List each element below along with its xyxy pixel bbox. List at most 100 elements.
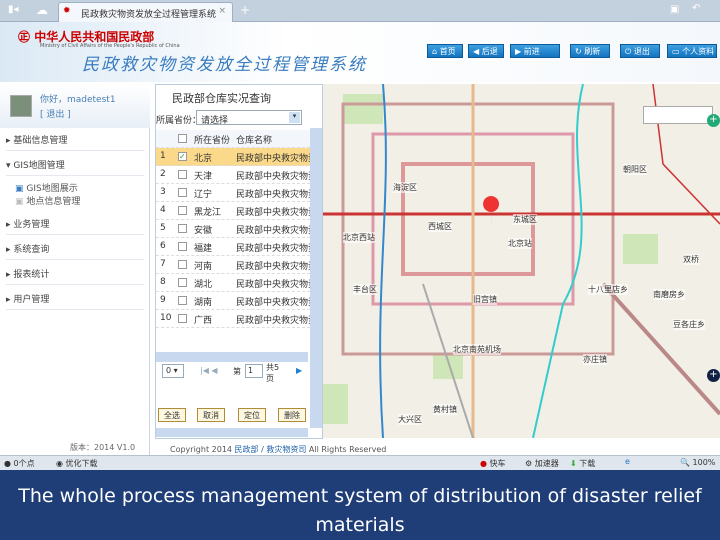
row-number: 6 [160, 241, 166, 251]
status-item-express[interactable]: ● 快车 [480, 458, 506, 469]
status-item-points[interactable]: ● 0个点 [4, 458, 35, 469]
province-select[interactable]: 请选择 ▾ [196, 110, 302, 126]
user-greeting: 你好，madetest1 [40, 95, 116, 105]
map-label: 黄村镇 [433, 404, 457, 415]
sidebar-subitem-0[interactable]: ▣ GIS地图展示 [15, 181, 78, 194]
header-button-refresh[interactable]: ↻ 刷新 [570, 44, 610, 58]
row-checkbox[interactable] [178, 278, 187, 287]
column-header-province[interactable]: 所在省份 [194, 133, 230, 146]
header-button-back[interactable]: ◀ 后退 [468, 44, 504, 58]
row-checkbox[interactable] [178, 260, 187, 269]
sidebar-item-3[interactable]: ▸ 系统查询 [6, 242, 144, 260]
map-label: 双桥 [683, 254, 699, 265]
row-warehouse-name: 民政部中央救灾物资 [236, 154, 310, 164]
row-checkbox[interactable] [178, 296, 187, 305]
sidebar-item-1[interactable]: ▾ GIS地图管理 [6, 158, 144, 176]
cloud-icon[interactable]: ☁ [36, 3, 48, 17]
browser-status-bar: ● 0个点 ◉ 优化下载 ● 快车 ⚙ 加速器 ⬇ 下载 e 🔍 100% [0, 455, 720, 470]
table-row[interactable]: 3 辽宁 民政部中央救灾物资 [156, 184, 310, 202]
row-number: 4 [160, 205, 166, 215]
footer-link[interactable]: 民政部 / 救灾物资司 [235, 445, 307, 454]
gis-map[interactable]: 海淀区 西城区 东城区 朝阳区 丰台区 北京站 北京西站 北京南苑机场 大兴区 黄村镇 亦庄镇 旧宫镇… [323, 84, 720, 438]
map-label: 朝阳区 [623, 164, 647, 175]
power-icon: ⏻ [625, 47, 632, 56]
page-input[interactable]: 1 [245, 364, 263, 378]
row-checkbox[interactable] [178, 242, 187, 251]
sidebar-subitem-1[interactable]: ▣ 地点信息管理 [15, 194, 80, 207]
vertical-scrollbar[interactable] [310, 128, 322, 428]
horizontal-scrollbar[interactable] [156, 352, 308, 362]
zoom-in-icon[interactable]: + [707, 369, 720, 382]
action-button-2[interactable]: 定位 [238, 408, 266, 422]
action-button-0[interactable]: 全选 [158, 408, 186, 422]
table-row[interactable]: 1 ✓ 北京 民政部中央救灾物资 [156, 148, 310, 166]
table-row[interactable]: 5 安徽 民政部中央救灾物资 [156, 220, 310, 238]
status-zoom[interactable]: 🔍 100% [680, 458, 715, 467]
button-label: 刷新 [584, 47, 601, 56]
row-checkbox[interactable] [178, 188, 187, 197]
map-toolbar[interactable] [643, 106, 713, 124]
header-button-forward[interactable]: ▶ 前进 [510, 44, 560, 58]
row-warehouse-name: 民政部中央救灾物资 [236, 226, 310, 236]
map-label: 旧宫镇 [473, 294, 497, 305]
sidebar-toggle-icon[interactable]: ▮◂ [8, 4, 19, 15]
window-icon[interactable]: ▣ [670, 4, 679, 15]
table-row[interactable]: 4 黑龙江 民政部中央救灾物资 [156, 202, 310, 220]
row-checkbox[interactable] [178, 314, 187, 323]
browser-tab[interactable]: ✹ 民政救灾物资发放全过程管理系统 × [58, 2, 233, 22]
menu-label: 业务管理 [13, 220, 50, 230]
row-checkbox[interactable] [178, 206, 187, 215]
map-label: 豆各庄乡 [673, 319, 705, 330]
next-page-icon[interactable]: ▶ [296, 366, 302, 375]
row-province: 天津 [194, 172, 213, 182]
new-tab-button[interactable]: + [240, 3, 250, 17]
table-row[interactable]: 9 湖南 民政部中央救灾物资 [156, 292, 310, 310]
sidebar-item-5[interactable]: ▸ 用户管理 [6, 292, 144, 310]
table-row[interactable]: 8 湖北 民政部中央救灾物资 [156, 274, 310, 292]
row-checkbox[interactable]: ✓ [178, 152, 187, 161]
horizontal-scrollbar-bottom[interactable] [156, 428, 308, 437]
page-size-select[interactable]: 0 ▾ [162, 364, 184, 378]
footer: Copyright 2014 民政部 / 救灾物资司 All Rights Re… [150, 440, 720, 455]
status-item-download[interactable]: ⬇ 下载 [570, 458, 595, 469]
site-favicon-icon: ✹ [63, 6, 71, 16]
header-button-power[interactable]: ⏻ 退出 [620, 44, 660, 58]
caret-right-icon: ▸ [6, 220, 11, 230]
row-province: 广西 [194, 316, 213, 326]
row-province: 黑龙江 [194, 208, 222, 218]
tab-close-button[interactable]: × [218, 6, 226, 16]
province-filter-label: 所属省份： [156, 116, 202, 126]
table-row[interactable]: 7 河南 民政部中央救灾物资 [156, 256, 310, 274]
row-province: 安徽 [194, 226, 213, 236]
page-label: 第 [233, 367, 241, 376]
table-row[interactable]: 10 广西 民政部中央救灾物资 [156, 310, 310, 328]
back-arrow-icon[interactable]: ↶ [692, 3, 700, 14]
sidebar-item-2[interactable]: ▸ 业务管理 [6, 217, 144, 235]
map-label: 十八里店乡 [588, 284, 628, 295]
action-button-1[interactable]: 取消 [197, 408, 225, 422]
row-number: 1 [160, 151, 166, 161]
tab-title: 民政救灾物资发放全过程管理系统 [81, 10, 217, 20]
map-label: 丰台区 [353, 284, 377, 295]
first-page-icon[interactable]: |◀ ◀ [200, 366, 218, 375]
status-item-accelerator[interactable]: ⚙ 加速器 [525, 458, 559, 469]
chevron-down-icon[interactable]: ▾ [289, 112, 300, 123]
logout-link[interactable]: [ 退出 ] [40, 107, 71, 120]
action-button-3[interactable]: 删除 [278, 408, 306, 422]
ministry-logo-en: Ministry of Civil Affairs of the People'… [40, 43, 180, 49]
map-label: 海淀区 [393, 182, 417, 193]
table-row[interactable]: 2 天津 民政部中央救灾物资 [156, 166, 310, 184]
header-button-home[interactable]: ⌂ 首页 [427, 44, 463, 58]
status-item-optimize[interactable]: ◉ 优化下载 [56, 458, 98, 469]
map-layer-icon[interactable]: + [707, 114, 720, 127]
menu-label: 系统查询 [13, 245, 50, 255]
select-all-checkbox[interactable] [178, 134, 187, 143]
row-checkbox[interactable] [178, 170, 187, 179]
sidebar-item-0[interactable]: ▸ 基础信息管理 [6, 133, 144, 151]
sidebar-item-4[interactable]: ▸ 报表统计 [6, 267, 144, 285]
header-button-user[interactable]: ▭ 个人资料 [667, 44, 717, 58]
table-row[interactable]: 6 福建 民政部中央救灾物资 [156, 238, 310, 256]
row-checkbox[interactable] [178, 224, 187, 233]
column-header-name[interactable]: 仓库名称 [236, 133, 272, 146]
ie-icon[interactable]: e [625, 457, 630, 466]
